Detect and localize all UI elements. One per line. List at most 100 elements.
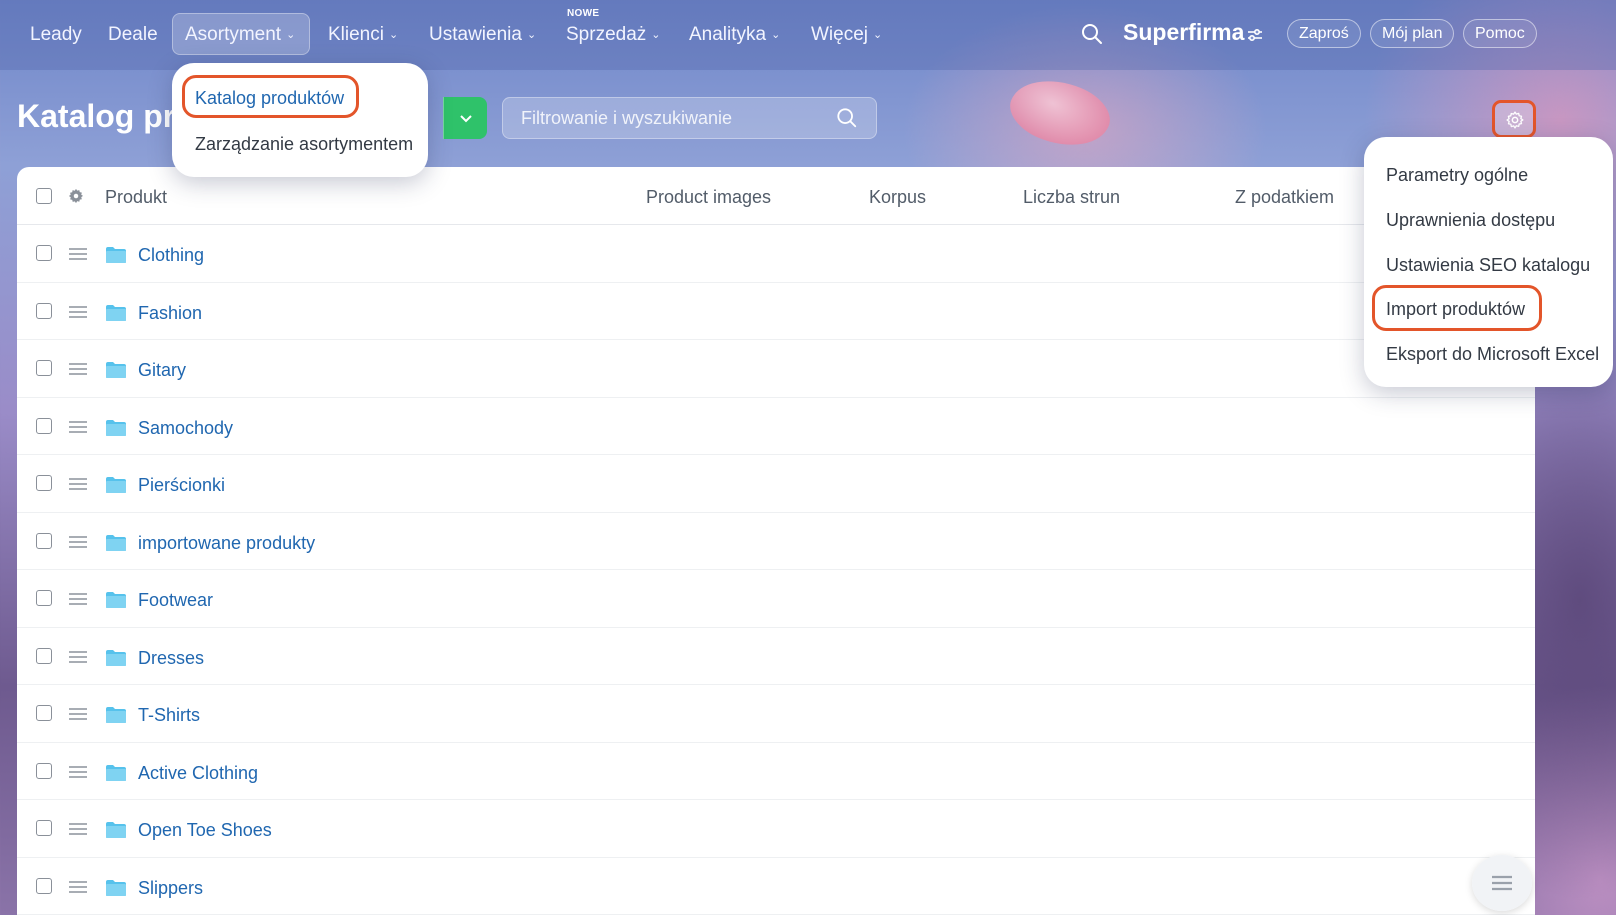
nav-item-ustawienia[interactable]: Ustawienia ⌄ <box>429 20 536 50</box>
row-label[interactable]: Open Toe Shoes <box>138 820 272 841</box>
row-checkbox[interactable] <box>36 302 52 319</box>
help-button[interactable]: Pomoc <box>1463 19 1537 48</box>
row-label[interactable]: Gitary <box>138 360 186 381</box>
row-checkbox[interactable] <box>36 532 52 549</box>
drag-handle-icon[interactable] <box>69 535 87 548</box>
my-plan-button[interactable]: Mój plan <box>1370 19 1455 48</box>
list-icon <box>1492 875 1512 891</box>
drag-handle-icon[interactable] <box>69 248 87 260</box>
folder-icon <box>106 822 126 838</box>
chevron-down-icon: ⌄ <box>286 29 296 41</box>
row-label[interactable]: Slippers <box>138 878 203 899</box>
page-title: Katalog produktów <box>17 98 177 134</box>
table-row[interactable]: importowane produkty <box>17 513 1535 570</box>
table-row[interactable]: T-Shirts <box>17 685 1535 743</box>
add-dropdown-button[interactable] <box>443 97 487 139</box>
column-header-liczba-strun[interactable]: Liczba strun <box>1023 187 1120 208</box>
table-row[interactable]: Fashion <box>17 283 1535 340</box>
row-label[interactable]: Active Clothing <box>138 763 258 784</box>
menu-item-import-produktow[interactable]: Import produktów <box>1386 299 1525 320</box>
table-row[interactable]: Gitary <box>17 340 1535 398</box>
list-toggle-button[interactable] <box>1472 855 1532 911</box>
folder-icon <box>106 534 126 551</box>
row-checkbox[interactable] <box>36 762 52 779</box>
folder-icon <box>106 477 126 493</box>
menu-item-eksport-excel[interactable]: Eksport do Microsoft Excel <box>1386 344 1599 365</box>
folder-icon <box>106 362 126 378</box>
nav-item-leady[interactable]: Leady <box>30 20 82 50</box>
table-row[interactable]: Pierścionki <box>17 455 1535 513</box>
folder-icon <box>106 764 126 781</box>
row-checkbox[interactable] <box>36 417 52 434</box>
menu-item-ustawienia-seo[interactable]: Ustawienia SEO katalogu <box>1386 255 1590 276</box>
row-checkbox[interactable] <box>36 705 52 721</box>
invite-button[interactable]: Zaproś <box>1287 19 1361 48</box>
nav-item-klienci[interactable]: Klienci ⌄ <box>328 20 398 50</box>
chevron-down-icon: ⌄ <box>873 29 883 41</box>
nav-item-sprzedaz[interactable]: Sprzedaż ⌄ <box>566 20 661 50</box>
chevron-down-icon: ⌄ <box>388 29 399 41</box>
search-icon[interactable] <box>1080 22 1104 46</box>
table-row[interactable]: Open Toe Shoes <box>17 800 1535 858</box>
row-label[interactable]: importowane produkty <box>138 533 315 554</box>
column-header-product-images[interactable]: Product images <box>646 187 771 208</box>
drag-handle-icon[interactable] <box>69 650 87 663</box>
row-label[interactable]: Footwear <box>138 590 213 611</box>
row-checkbox[interactable] <box>36 877 52 894</box>
chevron-down-icon: ⌄ <box>526 29 537 41</box>
drag-handle-icon[interactable] <box>69 363 87 375</box>
menu-item-uprawnienia-dostepu[interactable]: Uprawnienia dostępu <box>1386 210 1555 231</box>
row-label[interactable]: Fashion <box>138 303 202 324</box>
folder-icon <box>106 707 126 723</box>
drag-handle-icon[interactable] <box>69 420 87 433</box>
nav-item-asortyment[interactable]: Asortyment ⌄ <box>185 20 295 50</box>
drag-handle-icon[interactable] <box>69 478 87 490</box>
row-label[interactable]: Samochody <box>138 418 233 439</box>
column-header-produkt[interactable]: Produkt <box>105 187 167 208</box>
row-checkbox[interactable] <box>36 245 52 261</box>
row-checkbox[interactable] <box>36 475 52 491</box>
search-icon[interactable] <box>836 107 858 129</box>
background-petal <box>1002 65 1118 161</box>
folder-icon <box>106 419 126 436</box>
settings-gear-button[interactable] <box>1492 100 1536 138</box>
drag-handle-icon[interactable] <box>69 765 87 778</box>
drag-handle-icon[interactable] <box>69 593 87 605</box>
search-input[interactable] <box>521 98 821 138</box>
table-row[interactable]: Samochody <box>17 398 1535 455</box>
menu-item-zarzadzanie-asortymentem[interactable]: Zarządzanie asortymentem <box>195 134 413 155</box>
row-label[interactable]: T-Shirts <box>138 705 200 726</box>
select-all-checkbox[interactable] <box>36 188 52 204</box>
drag-handle-icon[interactable] <box>69 880 87 893</box>
table-row[interactable]: Clothing <box>17 225 1535 283</box>
folder-icon <box>106 592 126 608</box>
table-row[interactable]: Footwear <box>17 570 1535 628</box>
gear-icon <box>1506 111 1524 129</box>
row-label[interactable]: Dresses <box>138 648 204 669</box>
row-checkbox[interactable] <box>36 590 52 606</box>
table-row[interactable]: Active Clothing <box>17 743 1535 800</box>
menu-item-katalog-produktow[interactable]: Katalog produktów <box>195 88 344 109</box>
filter-search-box[interactable] <box>502 97 877 139</box>
column-header-z-podatkiem[interactable]: Z podatkiem <box>1235 187 1334 208</box>
column-settings-icon[interactable] <box>67 187 85 205</box>
row-label[interactable]: Pierścionki <box>138 475 225 496</box>
sliders-icon[interactable] <box>1245 25 1265 45</box>
nav-item-wiecej[interactable]: Więcej ⌄ <box>811 20 882 50</box>
drag-handle-icon[interactable] <box>69 305 87 318</box>
drag-handle-icon[interactable] <box>69 708 87 720</box>
row-checkbox[interactable] <box>36 360 52 376</box>
table-row[interactable]: Slippers <box>17 858 1535 915</box>
menu-item-parametry-ogolne[interactable]: Parametry ogólne <box>1386 165 1528 186</box>
row-checkbox[interactable] <box>36 820 52 836</box>
nav-item-analityka[interactable]: Analityka ⌄ <box>689 20 780 50</box>
folder-icon <box>106 304 126 321</box>
table-row[interactable]: Dresses <box>17 628 1535 685</box>
brand-name[interactable]: Superfirma <box>1123 19 1244 46</box>
row-label[interactable]: Clothing <box>138 245 204 266</box>
drag-handle-icon[interactable] <box>69 823 87 835</box>
new-badge: NOWE <box>567 8 600 19</box>
nav-item-deale[interactable]: Deale <box>108 20 158 50</box>
column-header-korpus[interactable]: Korpus <box>869 187 926 208</box>
row-checkbox[interactable] <box>36 647 52 664</box>
